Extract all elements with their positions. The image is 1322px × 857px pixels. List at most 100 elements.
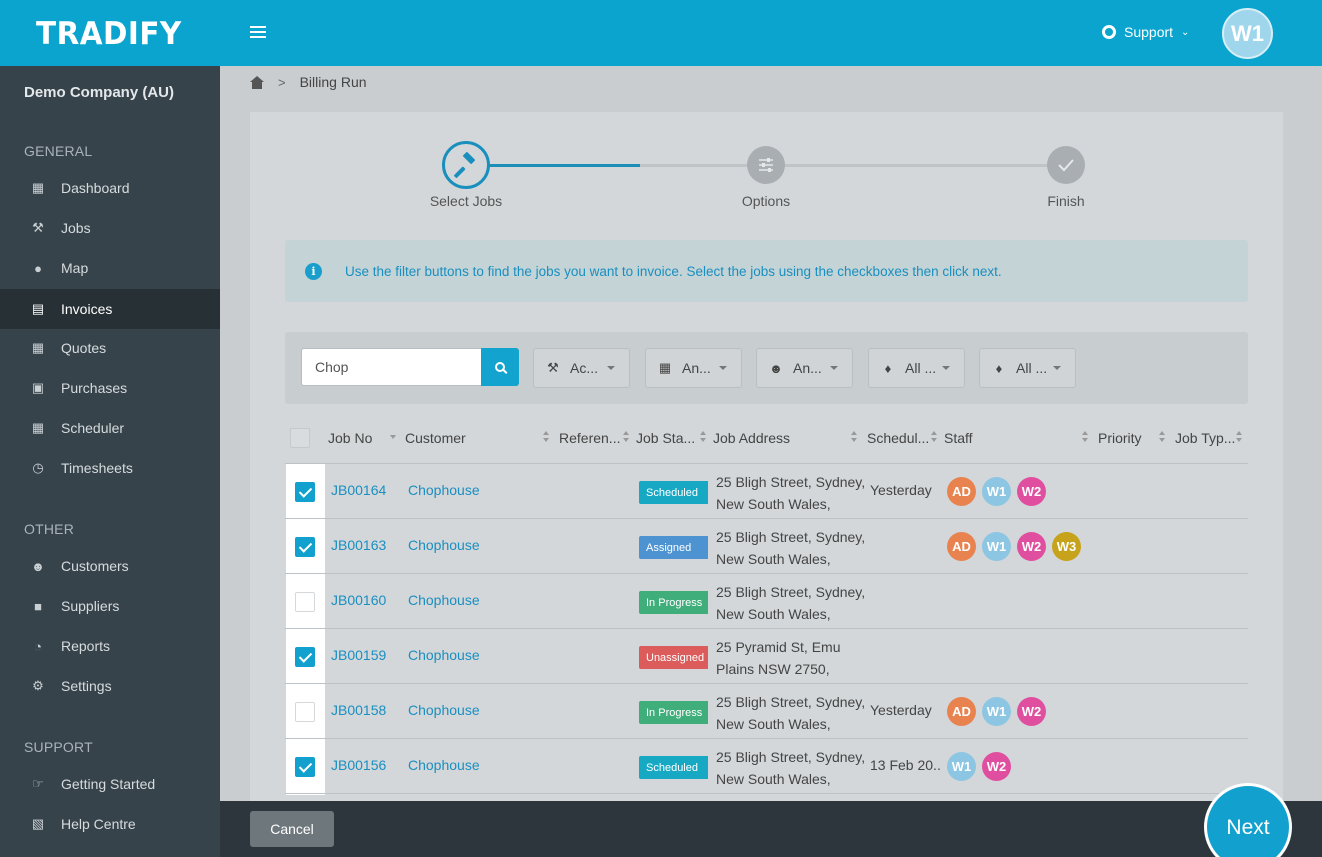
sidebar-item-scheduler[interactable]: ▦ Scheduler xyxy=(0,408,220,448)
job-number-link[interactable]: JB00160 xyxy=(331,592,386,608)
search-input[interactable] xyxy=(301,348,481,386)
column-header-job-type[interactable]: Job Typ... xyxy=(1175,430,1235,446)
sort-icon[interactable] xyxy=(700,431,706,443)
customer-link[interactable]: Chophouse xyxy=(408,537,480,553)
sidebar-item-jobs[interactable]: ⚒ Jobs xyxy=(0,208,220,248)
sidebar-item-settings[interactable]: ⚙ Settings xyxy=(0,666,220,706)
job-number-link[interactable]: JB00156 xyxy=(331,757,386,773)
cancel-button[interactable]: Cancel xyxy=(250,811,334,847)
sidebar-item-invoices[interactable]: ▤ Invoices xyxy=(0,289,220,329)
column-header-job-status[interactable]: Job Sta... xyxy=(636,430,695,446)
home-icon[interactable] xyxy=(250,75,264,89)
breadcrumb: > Billing Run xyxy=(250,74,367,90)
select-all-checkbox[interactable] xyxy=(290,428,310,448)
filter-button-5[interactable]: ♦ All ... xyxy=(979,348,1076,388)
check-icon xyxy=(1058,159,1074,172)
sort-desc-icon[interactable] xyxy=(390,431,396,443)
staff-avatar[interactable]: AD xyxy=(947,532,976,561)
staff-avatar[interactable]: W2 xyxy=(1017,697,1046,726)
staff-avatar[interactable]: AD xyxy=(947,477,976,506)
job-number-link[interactable]: JB00164 xyxy=(331,482,386,498)
tradify-logo[interactable]: TRADIFY xyxy=(36,16,182,52)
sidebar-item-getting-started[interactable]: ☞ Getting Started xyxy=(0,764,220,804)
sidebar-item-dashboard[interactable]: ▦ Dashboard xyxy=(0,168,220,208)
customer-link[interactable]: Chophouse xyxy=(408,482,480,498)
customer-link[interactable]: Chophouse xyxy=(408,647,480,663)
row-checkbox[interactable] xyxy=(295,482,315,502)
tag-icon: ♦ xyxy=(884,360,892,376)
staff-avatar[interactable]: W2 xyxy=(1017,532,1046,561)
filter-button-4[interactable]: ♦ All ... xyxy=(868,348,965,388)
sort-icon[interactable] xyxy=(1082,431,1088,443)
lifebuoy-icon xyxy=(1102,25,1116,39)
column-header-staff[interactable]: Staff xyxy=(944,430,973,446)
sort-icon[interactable] xyxy=(931,431,937,443)
sidebar-item-help-centre[interactable]: ▧ Help Centre xyxy=(0,804,220,844)
step-options[interactable] xyxy=(747,146,785,184)
step-progress-bar xyxy=(466,164,640,167)
column-header-job-address[interactable]: Job Address xyxy=(713,430,790,446)
sort-icon[interactable] xyxy=(851,431,857,443)
step-select-jobs[interactable] xyxy=(442,141,490,189)
customer-link[interactable]: Chophouse xyxy=(408,702,480,718)
row-checkbox[interactable] xyxy=(295,702,315,722)
staff-list: AD W1 W2 W3 xyxy=(947,532,1081,561)
search-button[interactable] xyxy=(481,348,519,386)
column-header-job-no[interactable]: Job No xyxy=(328,430,372,446)
status-badge: Assigned xyxy=(639,536,708,559)
menu-toggle-icon[interactable] xyxy=(250,26,266,38)
sidebar-item-suppliers[interactable]: ■ Suppliers xyxy=(0,586,220,626)
sidebar-item-reports[interactable]: ◔ Reports xyxy=(0,626,220,666)
column-header-priority[interactable]: Priority xyxy=(1098,430,1142,446)
filter-bar: ⚒ Ac... ▦ An... ☻ An... ♦ All ... ♦ All ... xyxy=(285,332,1248,404)
staff-avatar[interactable]: W2 xyxy=(982,752,1011,781)
staff-avatar[interactable]: W3 xyxy=(1052,532,1081,561)
table-row: JB00164 Chophouse Scheduled 25 Bligh Street… xyxy=(285,464,1248,519)
table-row: JB00159 Chophouse Unassigned 25 Pyramid St,… xyxy=(285,629,1248,684)
sort-icon[interactable] xyxy=(1236,431,1242,443)
staff-avatar[interactable]: W1 xyxy=(947,752,976,781)
staff-avatar[interactable]: AD xyxy=(947,697,976,726)
filter-button-1[interactable]: ⚒ Ac... xyxy=(533,348,630,388)
filter-button-label: Ac... xyxy=(570,360,599,376)
user-avatar[interactable]: W1 xyxy=(1222,8,1273,59)
sidebar-item-label: Quotes xyxy=(61,340,107,356)
sort-icon[interactable] xyxy=(623,431,629,443)
job-address: 25 Bligh Street, Sydney, New South Wales, xyxy=(716,581,865,625)
job-number-link[interactable]: JB00158 xyxy=(331,702,386,718)
sidebar-item-purchases[interactable]: ▣ Purchases xyxy=(0,368,220,408)
sidebar-item-quotes[interactable]: ▦ Quotes xyxy=(0,328,220,368)
sidebar-item-timesheets[interactable]: ◷ Timesheets xyxy=(0,448,220,488)
sort-icon[interactable] xyxy=(543,431,549,443)
staff-avatar[interactable]: W1 xyxy=(982,477,1011,506)
sidebar-item-map[interactable]: ● Map xyxy=(0,248,220,288)
row-checkbox[interactable] xyxy=(295,592,315,612)
dashboard-icon: ▦ xyxy=(31,180,45,195)
job-number-link[interactable]: JB00159 xyxy=(331,647,386,663)
staff-avatar[interactable]: W1 xyxy=(982,697,1011,726)
staff-avatar[interactable]: W1 xyxy=(982,532,1011,561)
job-address: 25 Bligh Street, Sydney, New South Wales, xyxy=(716,526,865,570)
column-header-reference[interactable]: Referen... xyxy=(559,430,620,446)
tag-icon: ♦ xyxy=(995,360,1003,376)
sidebar-item-customers[interactable]: ☻ Customers xyxy=(0,546,220,586)
status-badge: Unassigned xyxy=(639,646,708,669)
job-number-link[interactable]: JB00163 xyxy=(331,537,386,553)
row-checkbox[interactable] xyxy=(295,757,315,777)
customer-link[interactable]: Chophouse xyxy=(408,592,480,608)
sidebar-item-label: Settings xyxy=(61,678,112,694)
filter-button-2[interactable]: ▦ An... xyxy=(645,348,742,388)
support-menu[interactable]: Support ⌄ xyxy=(1102,24,1189,40)
column-header-customer[interactable]: Customer xyxy=(405,430,466,446)
staff-avatar[interactable]: W2 xyxy=(1017,477,1046,506)
row-checkbox[interactable] xyxy=(295,647,315,667)
sort-icon[interactable] xyxy=(1159,431,1165,443)
customer-link[interactable]: Chophouse xyxy=(408,757,480,773)
sidebar-item-label: Timesheets xyxy=(61,460,133,476)
filter-button-3[interactable]: ☻ An... xyxy=(756,348,853,388)
step-finish[interactable] xyxy=(1047,146,1085,184)
column-header-scheduled[interactable]: Schedul... xyxy=(867,430,929,446)
sidebar-item-label: Dashboard xyxy=(61,180,130,196)
filter-button-label: All ... xyxy=(1016,360,1048,376)
row-checkbox[interactable] xyxy=(295,537,315,557)
